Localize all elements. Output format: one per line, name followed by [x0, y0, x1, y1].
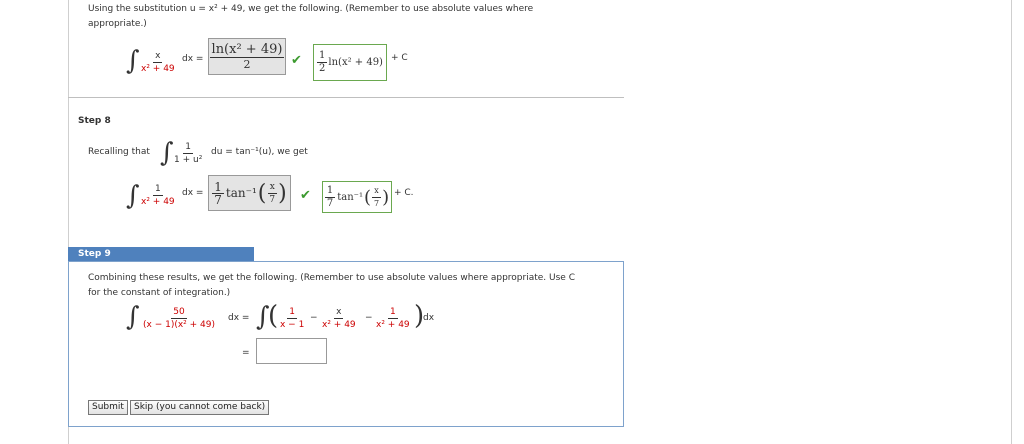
paren-open: ( — [257, 180, 267, 206]
intro-text: Using the substitution u = x² + 49, we g… — [88, 2, 533, 32]
step-8-label: Step 8 — [78, 116, 111, 126]
eq1-plus-c: + C — [391, 53, 408, 63]
step8-answer-arg-den: 7 — [269, 194, 276, 205]
step9-term-2: x x² + 49 — [320, 307, 358, 330]
step8-answer-coef-den: 7 — [214, 192, 222, 207]
step8-correct-fn: tan⁻¹ — [337, 191, 363, 203]
integral-sign: ∫ — [126, 46, 140, 76]
step8-plus-c: + C. — [394, 188, 414, 198]
divider — [68, 97, 624, 98]
step8-correct-coef-num: 1 — [324, 184, 336, 198]
step9-text: Combining these results, we get the foll… — [88, 271, 575, 301]
step8-correct-coef: 1 7 — [324, 184, 336, 209]
recall-fraction: 1 1 + u² — [172, 142, 204, 165]
recall-numerator: 1 — [183, 142, 194, 154]
step8-answer-box[interactable]: 1 7 tan⁻¹ ( x 7 ) — [208, 175, 291, 211]
eq1-integrand-numerator: x — [153, 51, 163, 63]
step9-lhs-fraction: 50 (x − 1)(x² + 49) — [141, 307, 217, 330]
step9-dx: dx — [423, 313, 435, 323]
checkmark-icon: ✔ — [291, 53, 302, 68]
intro-line-2: appropriate.) — [88, 19, 147, 29]
eq1-dx-equals: dx = — [182, 54, 204, 64]
recall-denominator: 1 + u² — [174, 155, 203, 165]
minus-sign: − — [310, 313, 318, 323]
eq1-answer-box[interactable]: ln(x² + 49) 2 — [208, 38, 286, 75]
step8-answer-coef: 1 7 — [212, 179, 224, 207]
eq1-correct-coef: 1 2 — [317, 50, 328, 74]
step8-integrand: 1 x² + 49 — [139, 184, 177, 207]
step9-term-2-denominator: x² + 49 — [322, 320, 356, 330]
step-9-header: Step 9 — [68, 247, 254, 261]
step8-correct-arg-den: 7 — [374, 198, 380, 208]
paren-open: ( — [268, 301, 279, 331]
step8-correct-answer: 1 7 tan⁻¹ ( x 7 ) — [322, 181, 392, 213]
step9-term-1-denominator: x − 1 — [280, 320, 305, 330]
recalling-text: Recalling that — [88, 147, 150, 157]
step8-integrand-denominator: x² + 49 — [141, 197, 175, 207]
recall-rest: du = tan⁻¹(u), we get — [211, 147, 308, 157]
integral-sign: ∫ — [126, 302, 140, 332]
paren-close: ) — [382, 186, 390, 208]
step8-correct-coef-den: 7 — [326, 197, 334, 209]
step9-term-3-numerator: 1 — [387, 307, 398, 319]
equals-sign: = — [242, 348, 250, 358]
step8-correct-arg: x 7 — [372, 186, 381, 209]
step8-correct-arg-num: x — [372, 186, 381, 198]
step8-dx-equals: dx = — [182, 188, 204, 198]
eq1-correct-coef-den: 2 — [319, 63, 326, 74]
eq1-answer-numerator: ln(x² + 49) — [209, 42, 285, 58]
step9-term-1-numerator: 1 — [287, 307, 298, 319]
integral-sign: ∫ — [126, 181, 140, 211]
step9-term-3: 1 x² + 49 — [374, 307, 412, 330]
eq1-integrand: x x² + 49 — [139, 51, 177, 74]
eq1-integrand-denominator: x² + 49 — [141, 64, 175, 74]
step8-answer-coef-num: 1 — [212, 179, 224, 194]
step8-answer-arg: x 7 — [267, 182, 277, 205]
checkmark-icon: ✔ — [300, 188, 311, 203]
step9-text-line-2: for the constant of integration.) — [88, 288, 231, 298]
step8-integrand-numerator: 1 — [152, 184, 163, 196]
paren-open: ( — [363, 186, 371, 208]
eq1-correct-answer: 1 2 ln(x² + 49) — [313, 44, 387, 81]
eq1-answer-denominator: 2 — [243, 58, 251, 71]
skip-button[interactable]: Skip (you cannot come back) — [130, 400, 270, 415]
step9-term-2-numerator: x — [334, 307, 344, 319]
step9-dx-equals: dx = — [228, 313, 250, 323]
step9-answer-input[interactable] — [256, 338, 327, 364]
eq1-correct-coef-num: 1 — [317, 50, 328, 63]
submit-button[interactable]: Submit — [88, 400, 128, 415]
step9-text-line-1: Combining these results, we get the foll… — [88, 273, 575, 283]
step8-answer-fn: tan⁻¹ — [225, 186, 257, 200]
paren-close: ) — [278, 180, 287, 206]
step9-term-3-denominator: x² + 49 — [376, 320, 410, 330]
eq1-correct-rest: ln(x² + 49) — [328, 57, 383, 68]
right-frame-border — [1011, 0, 1012, 444]
step-9-label: Step 9 — [78, 249, 111, 259]
intro-line-1: Using the substitution u = x² + 49, we g… — [88, 4, 534, 14]
minus-sign: − — [365, 313, 373, 323]
step9-term-1: 1 x − 1 — [278, 307, 306, 330]
step9-lhs-denominator: (x − 1)(x² + 49) — [143, 320, 216, 330]
step8-answer-arg-num: x — [267, 181, 277, 194]
step9-lhs-numerator: 50 — [171, 307, 187, 319]
